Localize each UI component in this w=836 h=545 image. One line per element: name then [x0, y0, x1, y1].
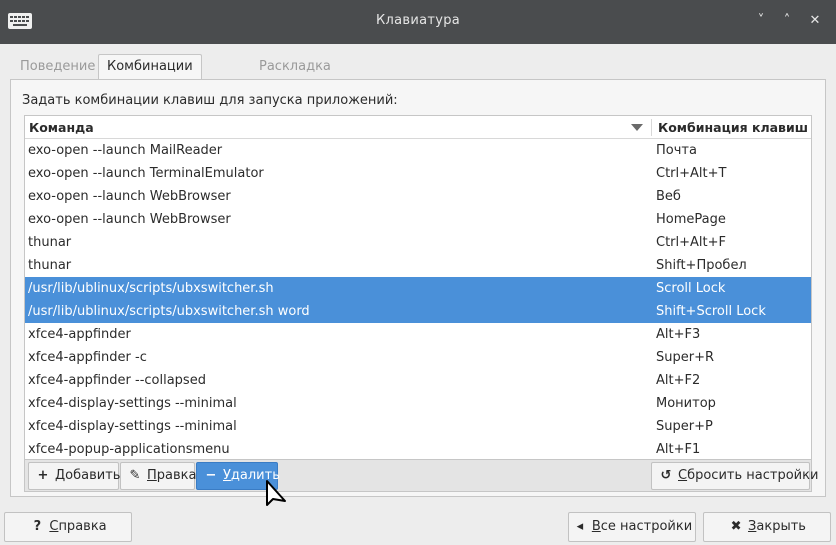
mouse-pointer-icon — [266, 480, 286, 506]
shortcuts-table[interactable]: Команда Комбинация клавиш exo-open --lau… — [24, 115, 812, 460]
table-toolbar: + Добавить ✎ Правка − Удалить ↺ Сбросить нас… — [24, 460, 818, 492]
pencil-icon: ✎ — [129, 468, 141, 483]
table-header: Команда Комбинация клавиш — [25, 116, 811, 139]
tab-layout[interactable]: Раскладка — [251, 55, 339, 80]
reset-icon: ↺ — [660, 468, 672, 483]
command-cell: exo-open --launch WebBrowser — [28, 189, 231, 204]
command-cell: exo-open --launch MailReader — [28, 143, 223, 158]
shortcut-cell: Shift+Scroll Lock — [656, 304, 766, 319]
shortcut-cell: Shift+Пробел — [656, 258, 747, 273]
minus-icon: − — [205, 468, 217, 483]
table-row[interactable]: xfce4-appfinder Alt+F3 — [25, 323, 811, 346]
reset-settings-button[interactable]: ↺ Сбросить настройки — [651, 462, 818, 490]
table-row[interactable]: thunar Ctrl+Alt+F — [25, 231, 811, 254]
maximize-button[interactable]: ˄ — [778, 12, 796, 30]
close-icon: ✖ — [730, 519, 742, 534]
title-bar: Клавиатура ˅ ˄ ✕ — [0, 0, 836, 44]
command-cell: /usr/lib/ublinux/scripts/ubxswitcher.sh — [28, 281, 274, 296]
command-cell: /usr/lib/ublinux/scripts/ubxswitcher.sh … — [28, 304, 310, 319]
minimize-button[interactable]: ˅ — [752, 12, 770, 30]
command-cell: exo-open --launch TerminalEmulator — [28, 166, 264, 181]
tab-behavior[interactable]: Поведение — [12, 55, 103, 80]
shortcut-cell: HomePage — [656, 212, 726, 227]
sort-descending-icon[interactable] — [631, 124, 643, 131]
shortcut-cell: Super+R — [656, 350, 715, 365]
help-icon: ? — [33, 519, 42, 534]
command-cell: xfce4-appfinder -c — [28, 350, 147, 365]
shortcut-cell: Ctrl+Alt+F — [656, 235, 726, 250]
add-button[interactable]: + Добавить — [28, 462, 120, 490]
command-cell: exo-open --launch WebBrowser — [28, 212, 231, 227]
tab-shortcuts[interactable]: Комбинации клавиш — [98, 54, 202, 98]
panel-description: Задать комбинации клавиш для запуска при… — [22, 93, 398, 108]
table-row[interactable]: thunar Shift+Пробел — [25, 254, 811, 277]
edit-button[interactable]: ✎ Правка — [120, 462, 196, 490]
table-row[interactable]: xfce4-appfinder --collapsed Alt+F2 — [25, 369, 811, 392]
command-cell: thunar — [28, 258, 72, 273]
plus-icon: + — [37, 468, 49, 483]
shortcuts-panel: Задать комбинации клавиш для запуска при… — [10, 79, 826, 497]
table-row-selected[interactable]: /usr/lib/ublinux/scripts/ubxswitcher.sh … — [25, 300, 811, 323]
table-row[interactable]: exo-open --launch WebBrowser Веб — [25, 185, 811, 208]
window-title: Клавиатура — [375, 13, 461, 28]
column-header-command[interactable]: Команда — [29, 120, 94, 135]
table-row[interactable]: xfce4-appfinder -c Super+R — [25, 346, 811, 369]
table-row[interactable]: exo-open --launch MailReader Почта — [25, 139, 811, 162]
command-cell: xfce4-appfinder — [28, 327, 131, 342]
command-cell: xfce4-appfinder --collapsed — [28, 373, 206, 388]
back-icon: ◂ — [576, 519, 584, 534]
help-button[interactable]: ? Справка — [4, 512, 132, 542]
command-cell: xfce4-display-settings --minimal — [28, 419, 237, 434]
shortcut-cell: Ctrl+Alt+T — [656, 166, 727, 181]
close-window-button[interactable]: ✕ — [806, 12, 824, 30]
table-row[interactable]: exo-open --launch TerminalEmulator Ctrl+… — [25, 162, 811, 185]
shortcut-cell: Alt+F2 — [656, 373, 701, 388]
shortcut-cell: Super+P — [656, 419, 713, 434]
column-separator — [651, 119, 652, 136]
shortcut-cell: Монитор — [656, 396, 716, 411]
shortcut-cell: Веб — [656, 189, 681, 204]
table-row[interactable]: xfce4-display-settings --minimal Super+P — [25, 415, 811, 438]
maximize-icon: ˄ — [783, 13, 791, 28]
table-row[interactable]: exo-open --launch WebBrowser HomePage — [25, 208, 811, 231]
close-icon: ✕ — [809, 13, 821, 28]
table-row[interactable]: xfce4-display-settings --minimal Монитор — [25, 392, 811, 415]
close-button[interactable]: ✖ Закрыть — [703, 512, 831, 542]
shortcut-cell: Alt+F3 — [656, 327, 701, 342]
shortcut-cell: Alt+F1 — [656, 442, 701, 457]
shortcut-cell: Scroll Lock — [656, 281, 726, 296]
table-row[interactable]: xfce4-popup-applicationsmenu Alt+F1 — [25, 438, 811, 459]
column-header-shortcut[interactable]: Комбинация клавиш — [658, 120, 808, 135]
command-cell: xfce4-display-settings --minimal — [28, 396, 237, 411]
command-cell: thunar — [28, 235, 72, 250]
table-row-selected[interactable]: /usr/lib/ublinux/scripts/ubxswitcher.sh … — [25, 277, 811, 300]
all-settings-button[interactable]: ◂ Все настройки — [568, 512, 696, 542]
command-cell: xfce4-popup-applicationsmenu — [28, 442, 230, 457]
minimize-icon: ˅ — [757, 13, 765, 28]
shortcut-cell: Почта — [656, 143, 697, 158]
